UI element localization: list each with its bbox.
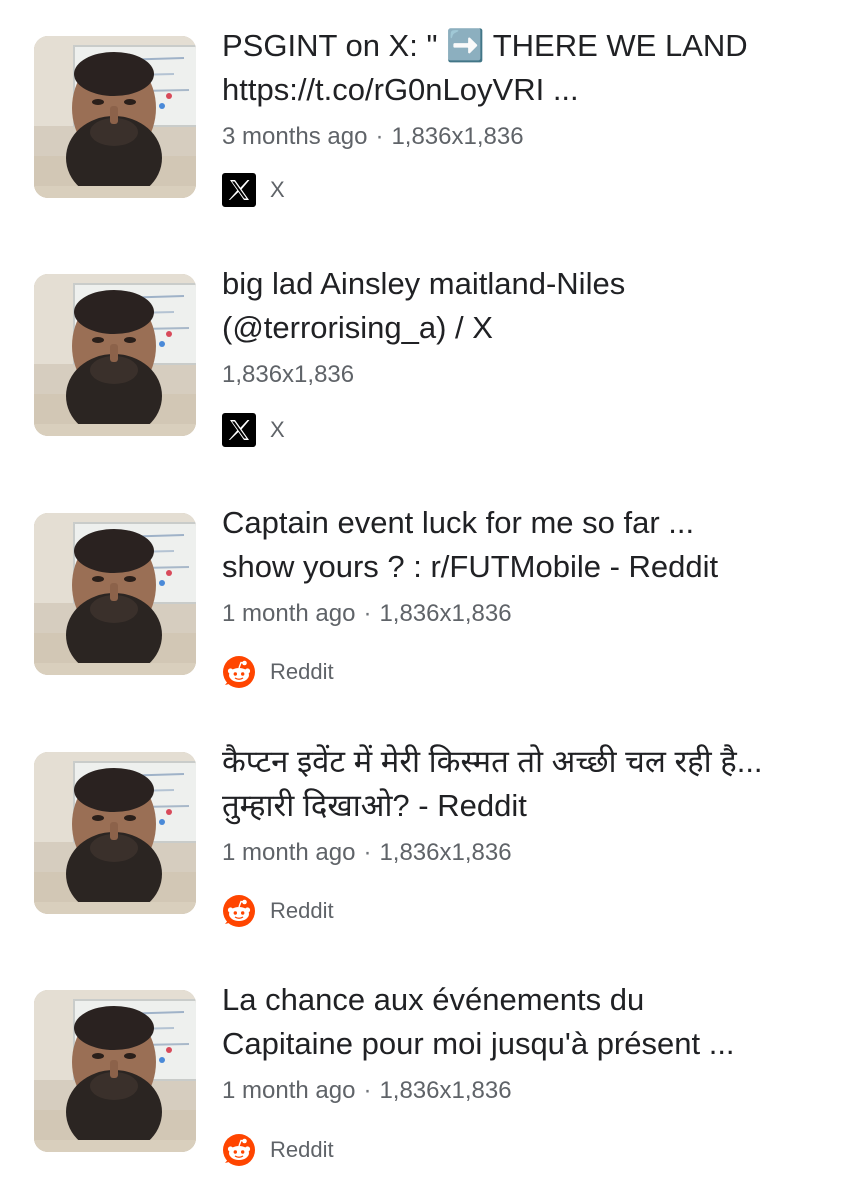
source-name: Reddit — [270, 898, 334, 923]
result-info: big lad Ainsley maitland-Niles (@terrori… — [222, 262, 822, 392]
result-source[interactable]: Reddit — [222, 891, 334, 931]
thumbnail-image — [34, 752, 196, 914]
result-meta: 3 months ago · 1,836x1,836 — [222, 120, 822, 154]
x-logo-icon — [222, 173, 256, 207]
result-thumbnail[interactable] — [34, 274, 196, 436]
result-thumbnail[interactable] — [34, 752, 196, 914]
result-info: La chance aux événements du Capitaine po… — [222, 978, 822, 1108]
source-name: Reddit — [270, 1137, 334, 1162]
result-title-line1[interactable]: La chance aux événements du — [222, 978, 822, 1022]
result-dimensions: 1,836x1,836 — [222, 361, 355, 388]
source-name: Reddit — [270, 659, 334, 684]
result-title-line2[interactable]: (@terrorising_a) / X — [222, 306, 822, 350]
result-title-line2[interactable]: Capitaine pour moi jusqu'à présent ... — [222, 1022, 822, 1066]
result-time: 3 months ago — [222, 123, 368, 150]
result-source[interactable]: X — [222, 170, 285, 210]
meta-separator: · — [363, 600, 372, 627]
result-info: Captain event luck for me so far ... sho… — [222, 501, 822, 631]
result-meta: 1,836x1,836 — [222, 358, 822, 392]
result-title-line1[interactable]: Captain event luck for me so far ... — [222, 501, 822, 545]
result-meta: 1 month ago · 1,836x1,836 — [222, 597, 822, 631]
result-item[interactable]: कैप्टन इवेंट में मेरी किस्मत तो अच्छी चल… — [0, 716, 844, 916]
result-item[interactable]: big lad Ainsley maitland-Niles (@terrori… — [0, 238, 844, 438]
result-thumbnail[interactable] — [34, 36, 196, 198]
result-info: कैप्टन इवेंट में मेरी किस्मत तो अच्छी चल… — [222, 740, 822, 870]
result-source[interactable]: X — [222, 410, 285, 450]
reddit-logo-icon — [222, 894, 256, 928]
image-results-list: PSGINT on X: " ➡️ THERE WE LAND https://… — [0, 0, 844, 1200]
meta-separator: · — [363, 1077, 372, 1104]
thumbnail-image — [34, 513, 196, 675]
result-dimensions: 1,836x1,836 — [379, 600, 512, 627]
result-item[interactable]: PSGINT on X: " ➡️ THERE WE LAND https://… — [0, 0, 844, 200]
result-time: 1 month ago — [222, 839, 356, 866]
result-title-line2[interactable]: show yours ? : r/FUTMobile - Reddit — [222, 545, 822, 589]
result-time: 1 month ago — [222, 1077, 356, 1104]
result-title-line1[interactable]: PSGINT on X: " ➡️ THERE WE LAND — [222, 24, 822, 68]
result-source[interactable]: Reddit — [222, 652, 334, 692]
result-thumbnail[interactable] — [34, 513, 196, 675]
result-dimensions: 1,836x1,836 — [379, 839, 512, 866]
result-meta: 1 month ago · 1,836x1,836 — [222, 836, 822, 870]
result-thumbnail[interactable] — [34, 990, 196, 1152]
source-name: X — [270, 417, 285, 442]
result-dimensions: 1,836x1,836 — [391, 123, 524, 150]
result-time: 1 month ago — [222, 600, 356, 627]
result-source[interactable]: Reddit — [222, 1130, 334, 1170]
thumbnail-image — [34, 274, 196, 436]
thumbnail-image — [34, 36, 196, 198]
result-title-line2[interactable]: https://t.co/rG0nLoyVRI ... — [222, 68, 822, 112]
result-title-line1[interactable]: big lad Ainsley maitland-Niles — [222, 262, 822, 306]
source-name: X — [270, 177, 285, 202]
result-title-line1[interactable]: कैप्टन इवेंट में मेरी किस्मत तो अच्छी चल… — [222, 740, 822, 784]
reddit-logo-icon — [222, 655, 256, 689]
result-item[interactable]: Captain event luck for me so far ... sho… — [0, 477, 844, 677]
meta-separator: · — [363, 839, 372, 866]
x-logo-icon — [222, 413, 256, 447]
result-item[interactable]: La chance aux événements du Capitaine po… — [0, 954, 844, 1154]
result-dimensions: 1,836x1,836 — [379, 1077, 512, 1104]
result-info: PSGINT on X: " ➡️ THERE WE LAND https://… — [222, 24, 822, 154]
meta-separator: · — [375, 123, 384, 150]
thumbnail-image — [34, 990, 196, 1152]
result-meta: 1 month ago · 1,836x1,836 — [222, 1074, 822, 1108]
reddit-logo-icon — [222, 1133, 256, 1167]
result-title-line2[interactable]: तुम्हारी दिखाओ? - Reddit — [222, 784, 822, 828]
